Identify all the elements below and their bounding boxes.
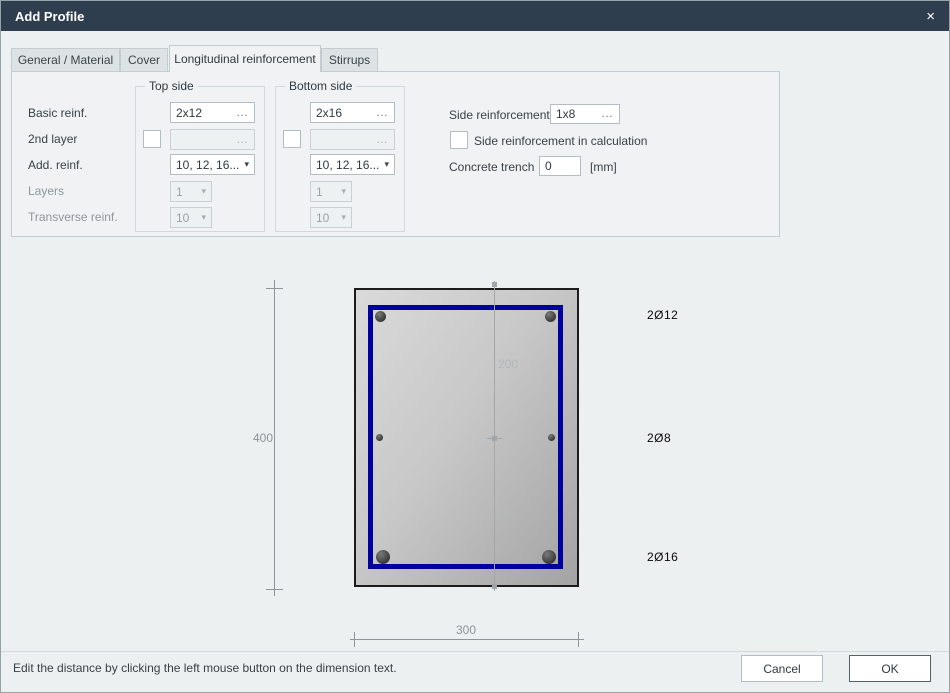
axis-mark-top xyxy=(492,282,497,287)
height-dim-line xyxy=(274,280,275,596)
label-layers: Layers xyxy=(28,184,65,198)
bar-label-bottom: 2Ø16 xyxy=(647,550,679,564)
ellipsis-icon: … xyxy=(376,104,389,119)
top-2nd-layer-checkbox[interactable] xyxy=(143,130,161,148)
ellipsis-icon: … xyxy=(236,131,249,146)
ellipsis-icon: … xyxy=(376,131,389,146)
rebar-top-right xyxy=(545,311,556,322)
spacing-lower-text[interactable]: 200 xyxy=(498,507,518,521)
chevron-down-icon: ▾ xyxy=(244,159,249,169)
footer-divider xyxy=(1,651,949,652)
tab-general-material[interactable]: General / Material xyxy=(11,48,120,71)
width-dim-tick-right xyxy=(578,632,579,647)
bottom-add-reinf-dropdown[interactable]: 10, 12, 16... ▾ xyxy=(310,154,395,175)
rebar-middle-right xyxy=(548,434,555,441)
ellipsis-icon: … xyxy=(601,106,614,121)
side-reinforcement-calc-checkbox[interactable] xyxy=(450,131,468,149)
bottom-side-legend: Bottom side xyxy=(285,79,357,93)
tab-cover[interactable]: Cover xyxy=(120,48,168,71)
rebar-middle-left xyxy=(376,434,383,441)
cancel-button[interactable]: Cancel xyxy=(741,655,823,682)
label-2nd-layer: 2nd layer xyxy=(28,132,78,146)
side-reinforcement-label: Side reinforcement xyxy=(449,108,550,122)
bar-label-top: 2Ø12 xyxy=(647,308,679,322)
form-panel: Basic reinf. 2nd layer Add. reinf. Layer… xyxy=(11,71,780,237)
top-basic-reinf-field[interactable]: 2x12 … xyxy=(170,102,255,123)
bottom-basic-reinf-field[interactable]: 2x16 … xyxy=(310,102,395,123)
side-reinforcement-field[interactable]: 1x8 … xyxy=(550,104,620,124)
width-dim-text[interactable]: 300 xyxy=(436,623,496,637)
height-dim-tick-bottom xyxy=(266,589,283,590)
ellipsis-icon: … xyxy=(236,104,249,119)
tab-longitudinal-reinforcement[interactable]: Longitudinal reinforcement xyxy=(169,45,321,72)
axis-mark-center xyxy=(492,436,497,441)
height-dim-tick-top xyxy=(266,288,283,289)
height-dim-text[interactable]: 400 xyxy=(247,431,273,445)
label-basic-reinf: Basic reinf. xyxy=(28,106,88,120)
close-icon[interactable]: × xyxy=(926,9,935,24)
top-side-legend: Top side xyxy=(145,79,198,93)
label-transverse-reinf: Transverse reinf. xyxy=(28,210,118,224)
status-text: Edit the distance by clicking the left m… xyxy=(13,661,397,675)
title-bar: Add Profile × xyxy=(1,1,949,31)
bottom-transverse-reinf-dropdown: 10 ▾ xyxy=(310,207,352,228)
top-transverse-reinf-dropdown: 10 ▾ xyxy=(170,207,212,228)
stirrup-outline xyxy=(368,305,563,569)
chevron-down-icon: ▾ xyxy=(201,212,206,222)
side-reinforcement-calc-label: Side reinforcement in calculation xyxy=(474,134,648,148)
top-2nd-layer-field: … xyxy=(170,129,255,150)
rebar-bottom-left xyxy=(376,550,390,564)
concrete-trench-unit: [mm] xyxy=(590,160,617,174)
window-title: Add Profile xyxy=(15,8,85,24)
bar-label-middle: 2Ø8 xyxy=(647,431,672,445)
bottom-2nd-layer-checkbox[interactable] xyxy=(283,130,301,148)
width-dim-line xyxy=(350,639,584,640)
tab-stirrups[interactable]: Stirrups xyxy=(321,48,378,71)
spacing-upper-text[interactable]: 200 xyxy=(498,357,518,371)
ok-button[interactable]: OK xyxy=(849,655,931,682)
top-layers-dropdown: 1 ▾ xyxy=(170,181,212,202)
add-profile-dialog: Add Profile × General / Material Cover L… xyxy=(0,0,950,693)
label-add-reinf: Add. reinf. xyxy=(28,158,83,172)
bottom-layers-dropdown: 1 ▾ xyxy=(310,181,352,202)
width-dim-tick-left xyxy=(354,632,355,647)
chevron-down-icon: ▾ xyxy=(201,186,206,196)
chevron-down-icon: ▾ xyxy=(384,159,389,169)
top-add-reinf-dropdown[interactable]: 10, 12, 16... ▾ xyxy=(170,154,255,175)
rebar-top-left xyxy=(375,311,386,322)
rebar-bottom-right xyxy=(542,550,556,564)
bottom-2nd-layer-field: … xyxy=(310,129,395,150)
chevron-down-icon: ▾ xyxy=(341,186,346,196)
concrete-trench-input[interactable]: 0 xyxy=(539,156,581,176)
concrete-trench-label: Concrete trench xyxy=(449,160,535,174)
chevron-down-icon: ▾ xyxy=(341,212,346,222)
axis-mark-bottom xyxy=(492,584,497,589)
